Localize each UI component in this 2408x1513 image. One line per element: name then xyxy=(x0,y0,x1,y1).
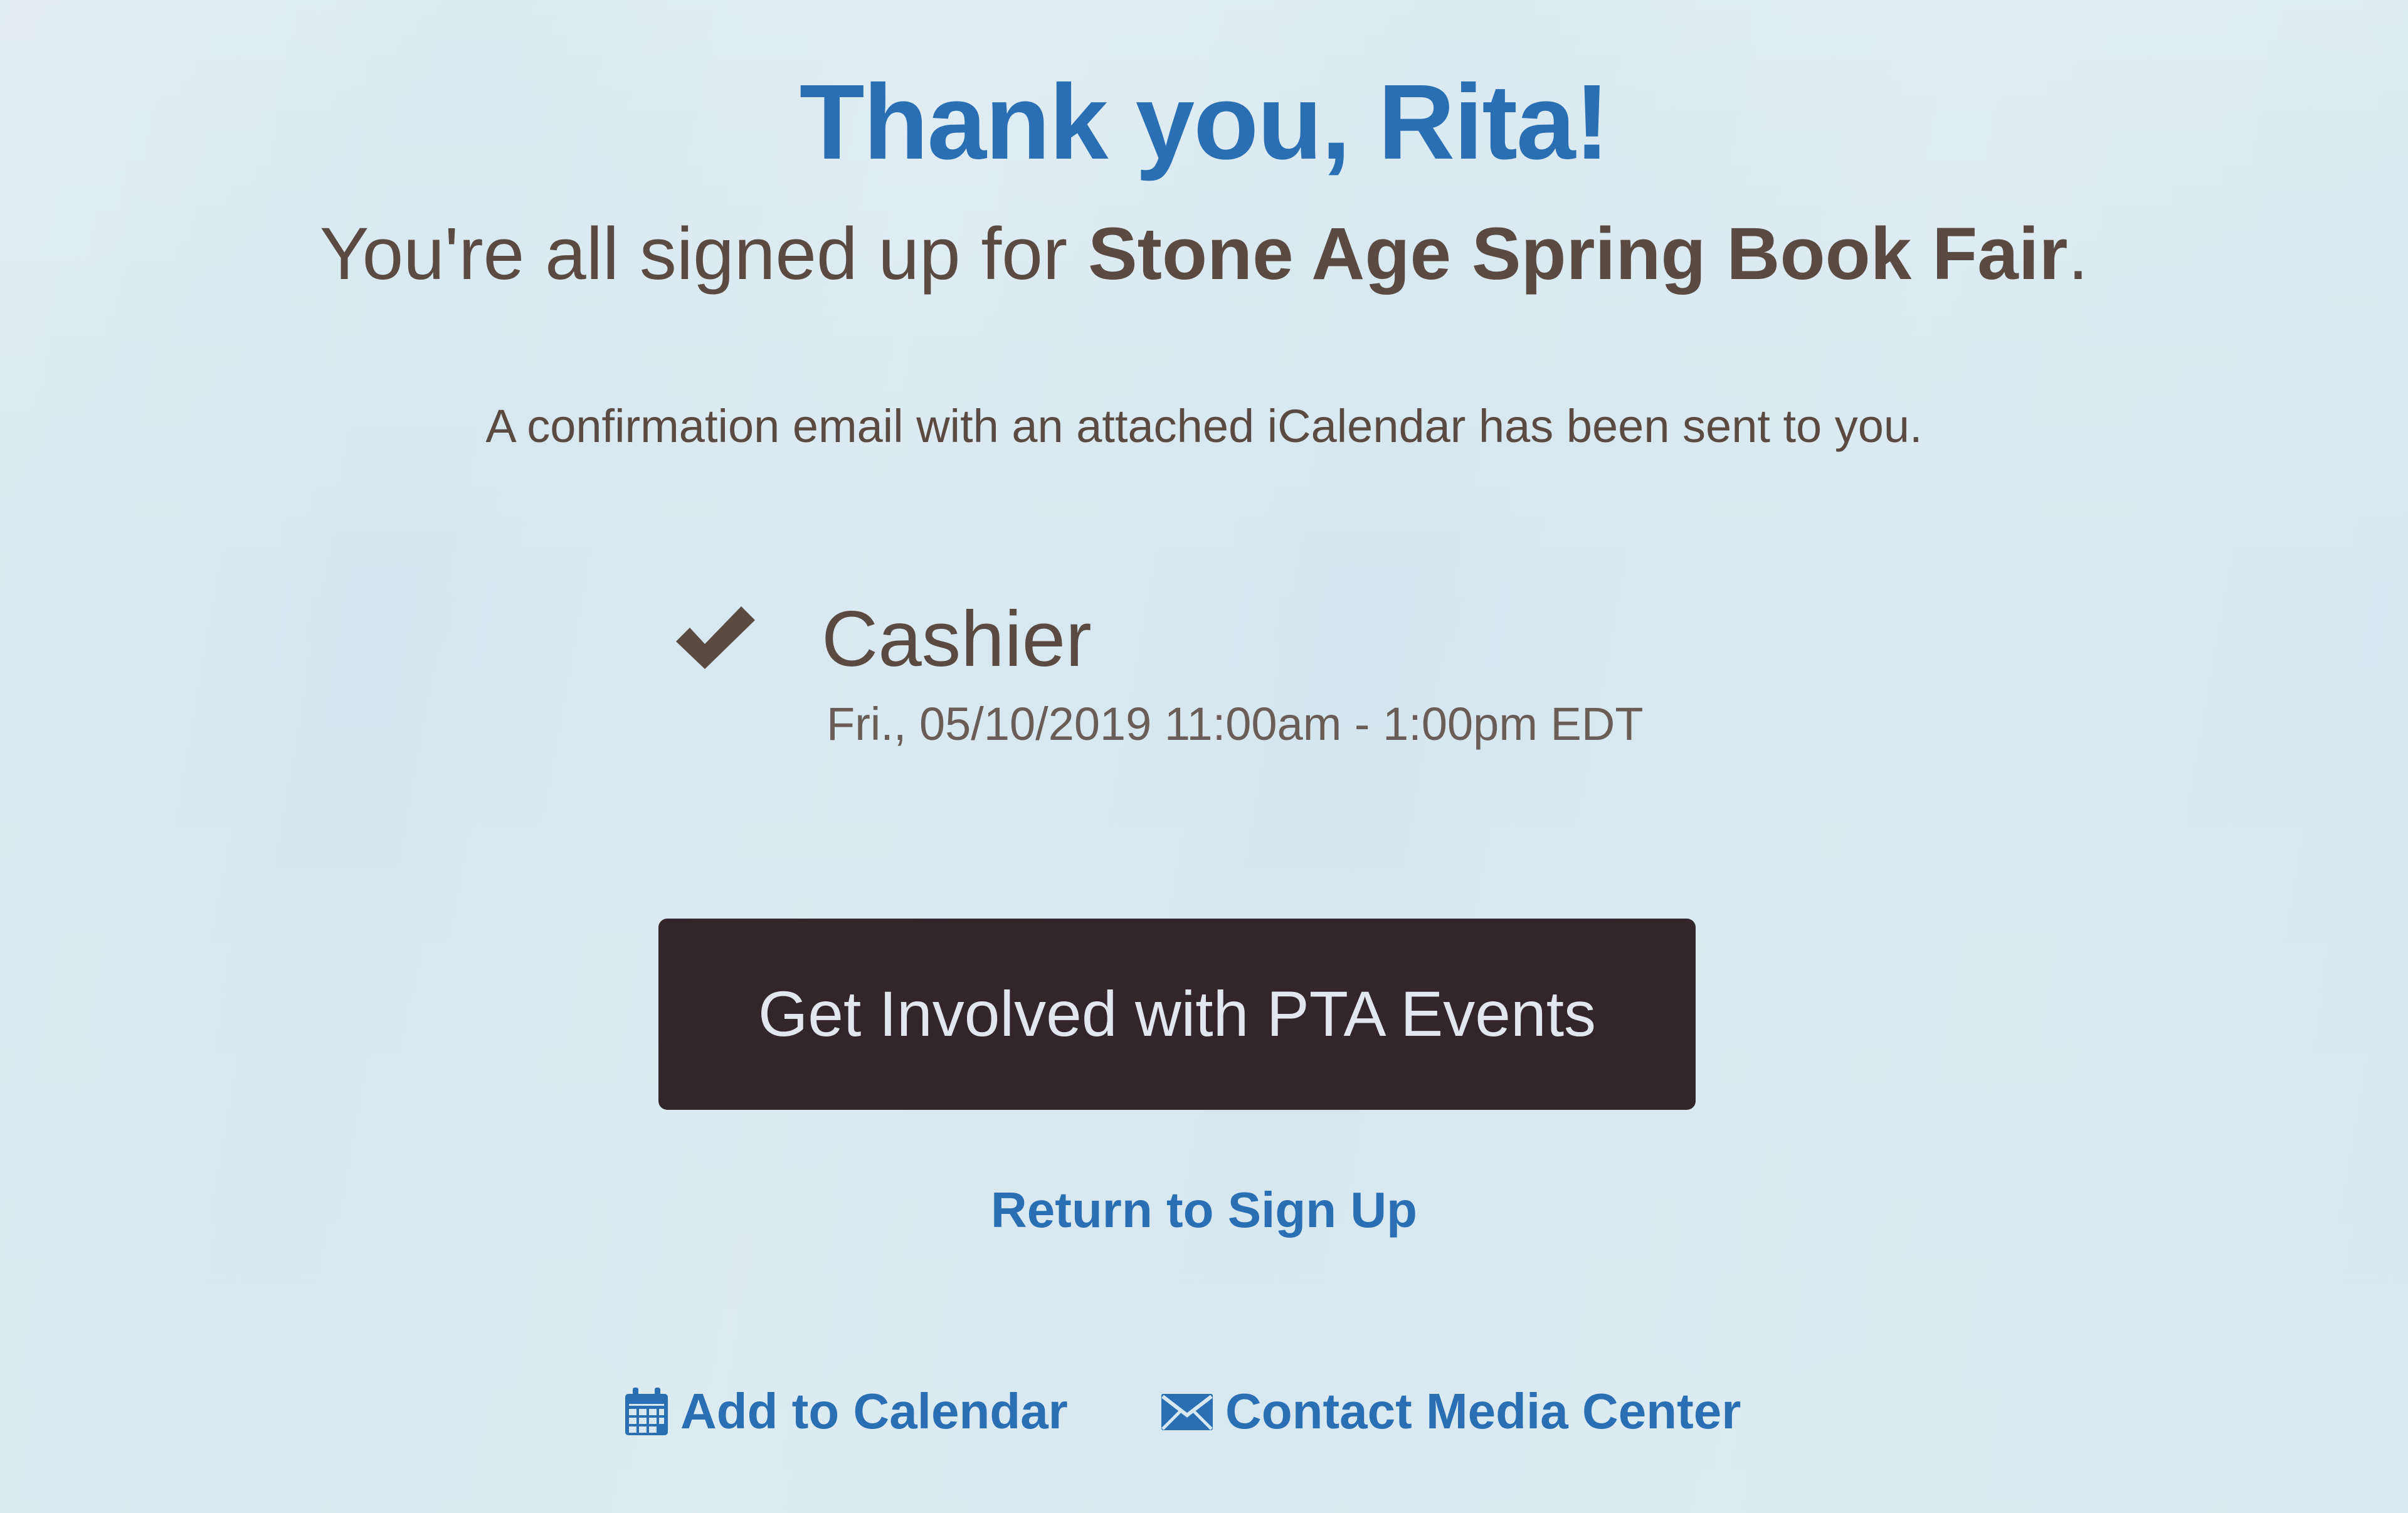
signup-summary-suffix: . xyxy=(2067,213,2089,295)
get-involved-button[interactable]: Get Involved with PTA Events xyxy=(658,919,1696,1110)
footer-links: Add to Calendar Contact Media Center xyxy=(0,1373,2408,1442)
signup-confirmation-page: Thank you, Rita! You're all signed up fo… xyxy=(0,0,2408,1513)
slot-time: Fri., 05/10/2019 11:00am - 1:00pm EDT xyxy=(826,698,1644,750)
event-name: Stone Age Spring Book Fair xyxy=(1087,213,2068,295)
signed-up-slot: Cashier Fri., 05/10/2019 11:00am - 1:00p… xyxy=(671,593,1737,799)
contact-media-center-label: Contact Media Center xyxy=(1225,1383,1741,1439)
confirmation-message: A confirmation email with an attached iC… xyxy=(485,400,1923,452)
check-icon xyxy=(676,606,755,669)
thank-you-heading: Thank you, Rita! xyxy=(799,63,1610,182)
slot-title: Cashier xyxy=(821,596,1092,683)
signup-summary-prefix: You're all signed up for xyxy=(319,213,1088,295)
add-to-calendar-label: Add to Calendar xyxy=(680,1383,1068,1439)
signup-summary: You're all signed up for Stone Age Sprin… xyxy=(0,210,2408,298)
envelope-icon xyxy=(1161,1393,1213,1430)
contact-media-center-link[interactable]: Contact Media Center xyxy=(1160,1373,1741,1442)
calendar-icon xyxy=(625,1387,668,1435)
add-to-calendar-link[interactable]: Add to Calendar xyxy=(624,1373,1068,1442)
return-to-sign-up-link[interactable]: Return to Sign Up xyxy=(0,1179,2408,1242)
